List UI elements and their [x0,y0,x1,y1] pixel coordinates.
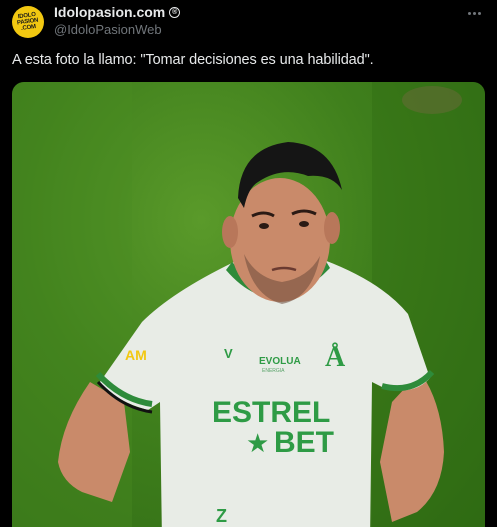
handle[interactable]: @IdoloPasionWeb [54,22,162,37]
sponsor-line-2: BET [274,426,334,459]
more-options-button[interactable] [461,2,487,24]
shirt-partner: EVOLUA [259,356,301,367]
worn-patch [402,86,462,114]
tweet-text: A esta foto la llamo: "Tomar decisiones … [12,52,374,68]
right-ear [324,212,340,244]
avatar-logo-text: IDOLO PASION .COM [16,11,39,32]
dot-icon [472,11,476,15]
left-ear [222,216,238,248]
left-eye [259,223,269,229]
sponsor-line-1: ESTREL [212,396,330,429]
registered-icon: ® [169,6,181,18]
tweet-header: IDOLO PASION .COM Idolopasion.com ® @Ido… [0,0,497,46]
tweet-photo[interactable]: AM V EVOLUA ENERGIA Å ESTREL ★ BET Z [12,82,485,527]
shirt-partner-sub: ENERGIA [262,368,285,374]
captain-badge: AM [125,347,147,363]
right-eye [299,221,309,227]
player-illustration: AM V EVOLUA ENERGIA Å ESTREL ★ BET Z [12,82,485,527]
display-name[interactable]: Idolopasion.com [54,4,165,20]
name-row: Idolopasion.com ® [54,4,181,20]
kit-mark-icon: Z [216,506,227,526]
dot-icon [477,11,481,15]
dot-icon [467,11,471,15]
star-icon: ★ [246,428,269,458]
avatar[interactable]: IDOLO PASION .COM [12,6,44,38]
club-crest: Å [325,342,346,373]
kit-brand-icon: V [224,346,233,361]
